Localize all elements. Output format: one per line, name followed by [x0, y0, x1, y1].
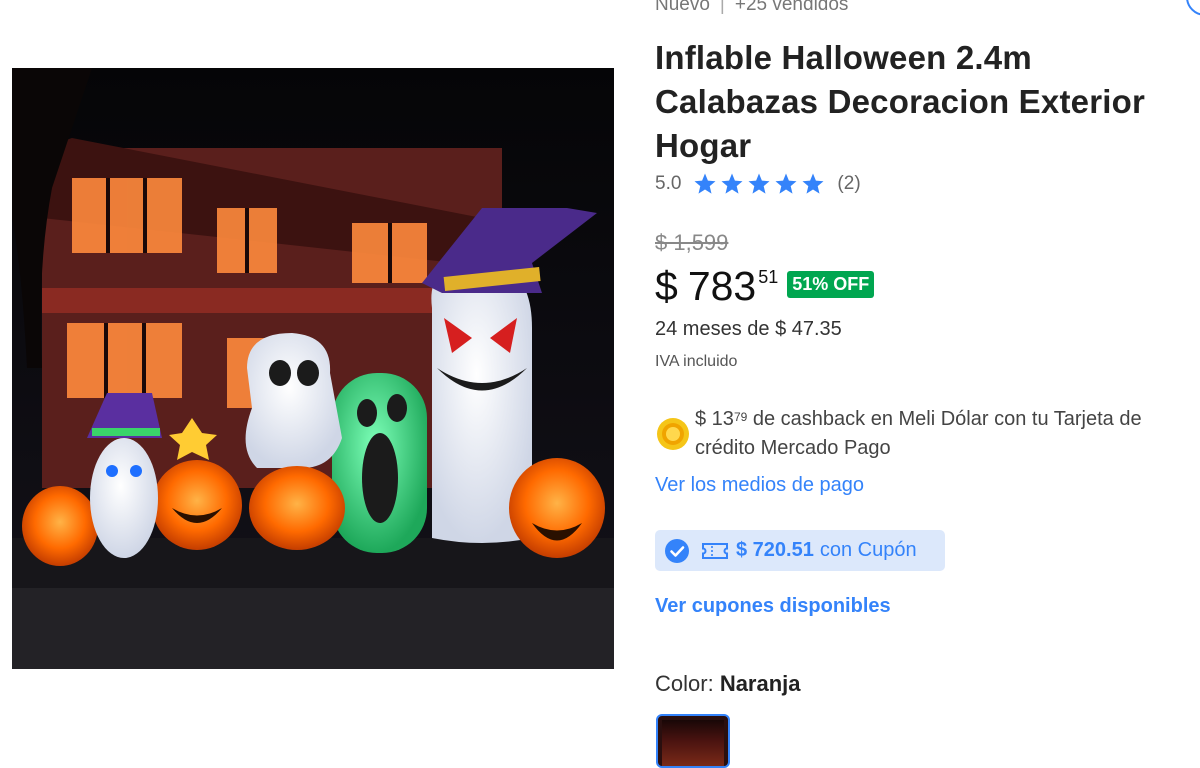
star-icon: [802, 173, 824, 194]
price-amount: 783: [687, 263, 757, 309]
rating-row[interactable]: 5.0 (2): [655, 170, 861, 198]
sold-count: +25 vendidos: [734, 0, 849, 15]
price-currency-symbol: $: [655, 263, 678, 309]
color-swatch-naranja[interactable]: [656, 714, 730, 768]
cashback-description: de cashback en Meli Dólar con tu Tarjeta…: [752, 408, 1142, 430]
star-icon: [694, 173, 716, 194]
cashback-cents: 79: [733, 410, 748, 424]
meli-dolar-coin-icon: [657, 418, 689, 450]
cashback-text: $ 1379 de cashback en Meli Dólar con tu …: [695, 405, 1200, 463]
price-cents: 51: [758, 267, 779, 287]
rating-score: 5.0: [655, 173, 682, 194]
color-selected-value: Naranja: [719, 671, 801, 696]
favorite-heart-icon[interactable]: [1186, 0, 1200, 16]
coupon-amount: $ 720.51: [736, 539, 814, 561]
rating-stars: [693, 172, 828, 196]
condition-label: Nuevo: [655, 0, 710, 15]
rating-count: (2): [837, 173, 861, 194]
discount-badge: 51% OFF: [787, 271, 875, 298]
condition-sold-line: Nuevo | +25 vendidos: [655, 0, 848, 16]
tax-note: IVA incluido: [655, 353, 738, 370]
star-icon: [748, 173, 770, 194]
cashback-line-1: $ 1379 de cashback en Meli Dólar con tu …: [695, 405, 1200, 434]
product-title: Inflable Halloween 2.4m Calabazas Decora…: [655, 39, 1146, 164]
current-price: $ 783 51 51% OFF: [655, 262, 875, 310]
cashback-amount: $ 13: [695, 408, 734, 430]
check-circle-icon: [665, 538, 689, 563]
star-icon: [775, 173, 797, 194]
original-price: $ 1,599: [655, 230, 729, 255]
coupon-ticket-icon: [702, 542, 728, 559]
coupon-label: con Cupón: [819, 539, 917, 561]
color-label-text: Color:: [655, 671, 714, 696]
halloween-inflatables-photo: [12, 68, 614, 669]
product-image[interactable]: [12, 68, 614, 669]
cashback-line-2: crédito Mercado Pago: [695, 437, 891, 459]
star-icon: [721, 173, 743, 194]
payment-methods-link[interactable]: Ver los medios de pago: [655, 474, 864, 497]
installments-text: 24 meses de $ 47.35: [655, 318, 842, 340]
separator: |: [719, 0, 725, 15]
coupon-chip[interactable]: $ 720.51 con Cupón: [655, 530, 945, 571]
swatch-thumbnail: [662, 720, 724, 766]
color-variant-label: Color: Naranja: [655, 671, 801, 697]
available-coupons-link[interactable]: Ver cupones disponibles: [655, 595, 891, 618]
